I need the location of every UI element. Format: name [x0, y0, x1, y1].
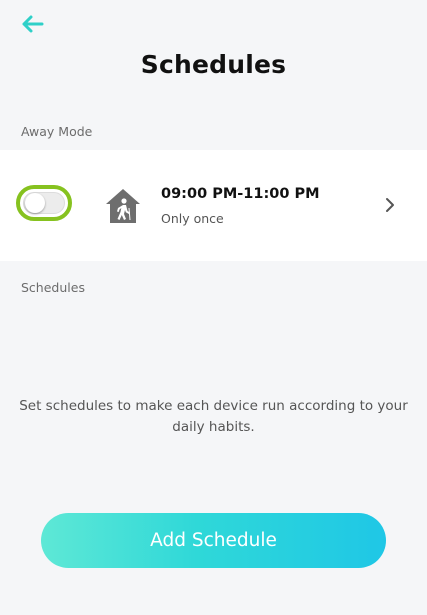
- away-mode-toggle[interactable]: [16, 185, 72, 221]
- empty-message-line-1: Set schedules to make each device run ac…: [19, 398, 408, 414]
- house-person-icon: [106, 189, 140, 223]
- toggle-knob: [25, 193, 45, 213]
- away-mode-time-range: 09:00 PM-11:00 PM: [161, 186, 320, 202]
- empty-schedules-message: Set schedules to make each device run ac…: [0, 396, 427, 438]
- back-button[interactable]: [18, 12, 46, 36]
- empty-message-line-2: daily habits.: [172, 419, 255, 435]
- page-title: Schedules: [140, 50, 287, 79]
- away-mode-section-label: Away Mode: [21, 124, 93, 139]
- arrow-left-icon: [22, 15, 44, 33]
- away-mode-repeat: Only once: [161, 211, 224, 226]
- away-mode-card[interactable]: 09:00 PM-11:00 PM Only once: [0, 150, 427, 261]
- toggle-track: [23, 192, 65, 214]
- chevron-right-icon[interactable]: [383, 196, 397, 214]
- add-schedule-button[interactable]: Add Schedule: [41, 513, 386, 568]
- schedules-section-label: Schedules: [21, 280, 85, 295]
